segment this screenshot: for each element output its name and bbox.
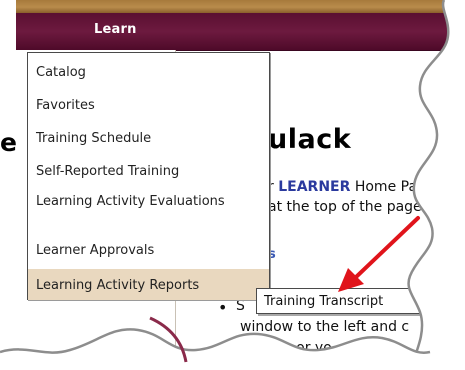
arrow-shaft (353, 216, 420, 280)
learn-dropdown-menu: Catalog Favorites Training Schedule Self… (27, 52, 270, 300)
menu-item-catalog[interactable]: Catalog (28, 65, 269, 80)
menu-item-self-reported-training[interactable]: Self-Reported Training (28, 164, 269, 179)
bullet-text-line: catalog or yo (240, 340, 332, 356)
bullet-text-fragment: S (236, 298, 245, 314)
header-top-strip (16, 0, 465, 13)
menu-item-learning-activity-evaluations[interactable]: Learning Activity Evaluations (28, 194, 228, 209)
welcome-text-suffix: Home Pa (350, 179, 418, 195)
page-title: ulack (268, 124, 352, 155)
bullet-dot: • (218, 298, 228, 317)
learner-keyword: LEARNER (278, 179, 351, 195)
menu-item-learning-activity-reports[interactable]: Learning Activity Reports (28, 269, 269, 300)
page-heading-fragment: e (0, 128, 17, 157)
reports-submenu: Training Transcript (256, 288, 434, 314)
menu-item-training-schedule[interactable]: Training Schedule (28, 131, 269, 146)
learn-menu-tab[interactable]: Learn (94, 22, 137, 37)
red-arrow-icon (338, 216, 420, 292)
submenu-item-training-transcript[interactable]: Training Transcript (264, 294, 383, 309)
bullet-dot: • (218, 342, 228, 361)
screenshot-stage: Learn e ulack r LEARNER Home Pa at the t… (0, 0, 465, 370)
bullet-continuation-line: window to the left and c (240, 319, 410, 335)
menu-item-favorites[interactable]: Favorites (28, 98, 269, 113)
instruction-text-line: at the top of the page. (268, 199, 427, 215)
welcome-text-line: r LEARNER Home Pa (268, 179, 417, 195)
menu-item-learner-approvals[interactable]: Learner Approvals (28, 243, 269, 258)
nav-bar: Learn (16, 13, 465, 51)
